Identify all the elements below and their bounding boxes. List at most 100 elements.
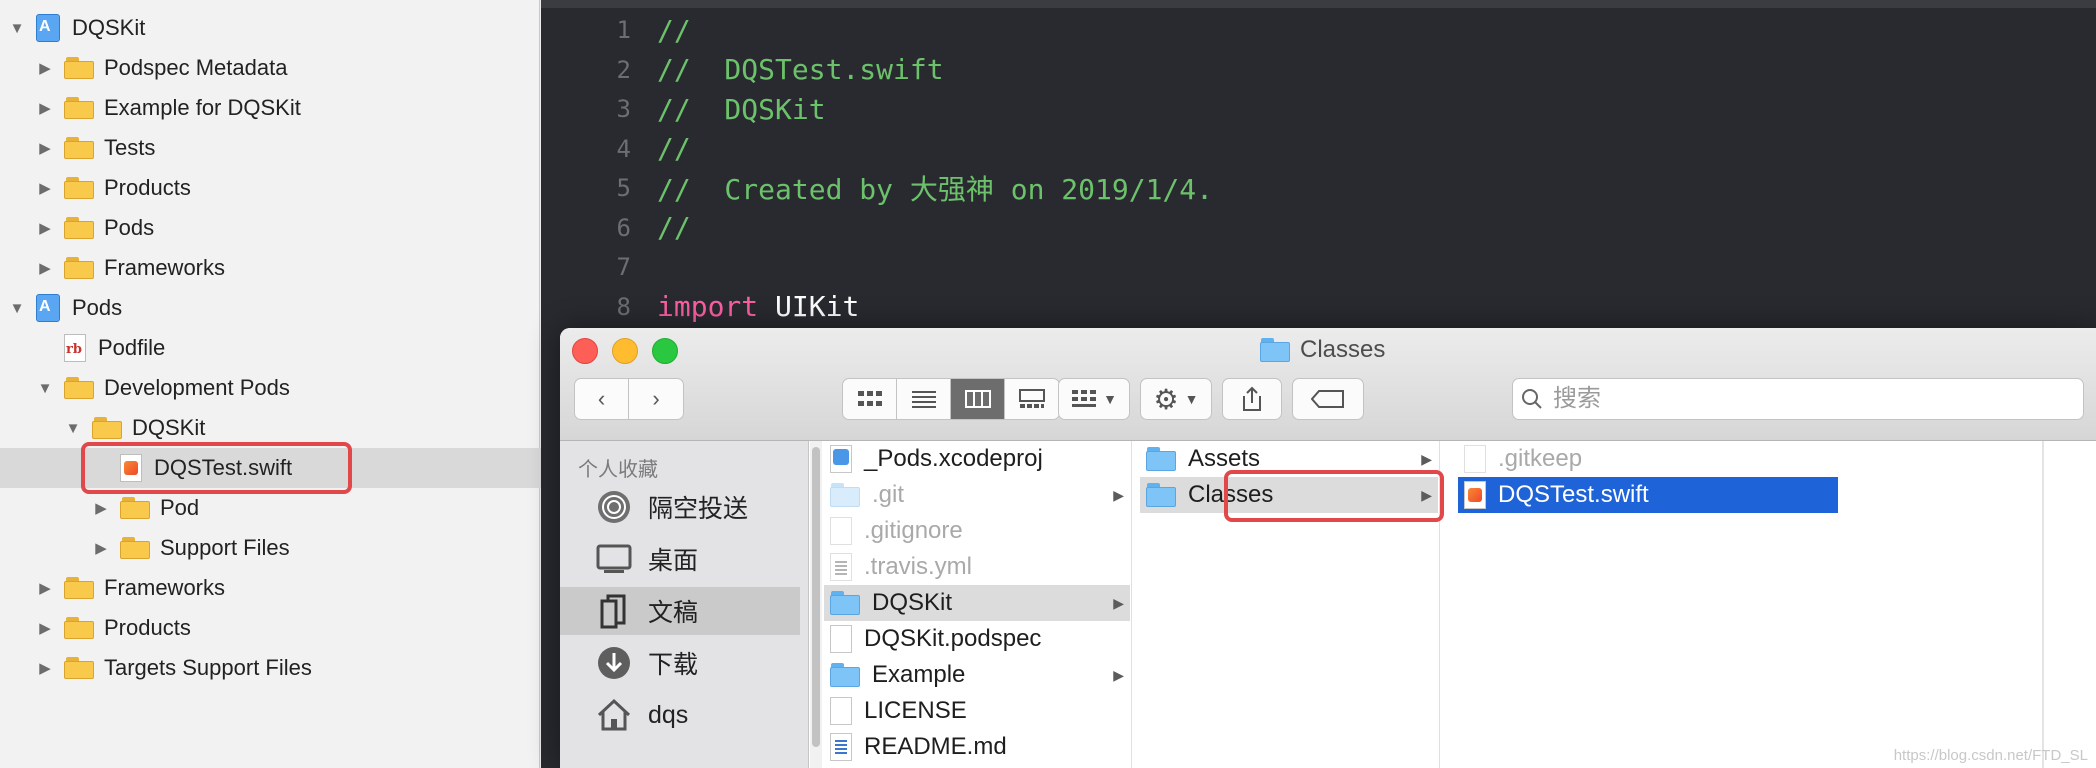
gallery-view-button[interactable] [1005,379,1059,419]
line-number: 8 [616,292,631,321]
disclosure-closed-icon[interactable]: ▶ [36,59,54,77]
code-text: import UIKit [657,290,859,323]
file-list-item[interactable]: .git ▶ [824,477,1130,513]
disclosure-closed-icon[interactable]: ▶ [92,539,110,557]
sidebar-item-1[interactable]: 桌面 [560,535,800,583]
navigator-row[interactable]: ▶ Products [0,608,576,648]
navigator-row[interactable]: ▶ Example for DQSKit [0,88,576,128]
share-button[interactable] [1222,378,1282,420]
highlight-box-navigator [81,442,352,494]
navigator-row-label: Development Pods [104,375,290,400]
disclosure-closed-icon[interactable]: ▶ [36,619,54,637]
folder-icon [64,97,94,119]
disclosure-closed-icon[interactable]: ▶ [36,99,54,117]
folder-icon [64,657,94,679]
navigator-row-label: Pod [160,495,200,520]
file-list-item[interactable]: DQSKit ▶ [824,585,1130,621]
file-list-item[interactable]: DQSTest.swift [1458,477,1838,513]
line-number: 6 [616,213,631,242]
sidebar-item-4[interactable]: dqs [560,691,800,739]
navigator-row[interactable]: ▶ Products [0,168,576,208]
disclosure-closed-icon[interactable]: ▶ [36,659,54,677]
desktop-icon [594,539,634,579]
disclosure-closed-icon[interactable]: ▶ [92,499,110,517]
navigator-row-label: Targets Support Files [104,655,312,680]
navigator-row-label: DQSKit [72,15,146,40]
navigator-row[interactable]: ▼ A DQSKit [0,8,548,48]
code-line: 6 // [541,208,691,248]
file-list-item[interactable]: .gitignore [824,513,1130,549]
navigator-row[interactable]: ▶ Tests [0,128,576,168]
file-list-item[interactable]: Example ▶ [824,657,1130,693]
code-text: // DQSTest.swift [657,53,944,86]
line-number: 7 [616,253,631,281]
disclosure-closed-icon[interactable]: ▶ [36,139,54,157]
disclosure-open-icon[interactable]: ▼ [8,20,26,37]
search-input[interactable] [1551,384,2035,414]
sidebar-item-2[interactable]: 文稿 [560,587,800,635]
file-list-item[interactable]: .gitkeep [1458,441,1838,477]
navigator-row[interactable]: ▼ A Pods [0,288,548,328]
file-list-item[interactable]: DQSKit.podspec [824,621,1130,657]
navigator-row[interactable]: ▶ Targets Support Files [0,648,576,688]
folder-icon [830,483,860,507]
disclosure-arrow-icon: ▶ [1113,666,1124,683]
icon-view-button[interactable] [843,379,897,419]
chevron-down-icon: ▼ [1103,391,1117,407]
disclosure-closed-icon[interactable]: ▶ [36,259,54,277]
navigator-row[interactable]: ▶ Support Files [0,528,632,568]
minimize-window-button[interactable] [612,338,638,364]
list-view-button[interactable] [897,379,951,419]
group-by-button[interactable]: ▼ [1058,378,1130,420]
action-menu-button[interactable]: ⚙ ▼ [1140,378,1212,420]
sidebar-scrollbar[interactable] [810,441,822,768]
project-icon: A [36,294,60,322]
sidebar-item-0[interactable]: 隔空投送 [560,483,800,531]
disclosure-open-icon[interactable]: ▼ [8,300,26,317]
navigator-row[interactable]: ▶ Podspec Metadata [0,48,576,88]
highlight-box-finder [1224,470,1444,522]
disclosure-open-icon[interactable]: ▼ [64,420,82,437]
code-text: // DQSKit [657,92,826,126]
folder-icon [64,177,94,199]
line-number: 1 [616,16,631,44]
navigator-row[interactable]: rb Podfile [0,328,576,368]
editor-top-bar [541,0,2096,8]
code-text: // [657,211,691,244]
close-window-button[interactable] [572,338,598,364]
navigator-row[interactable]: ▶ Frameworks [0,248,576,288]
forward-button[interactable]: › [629,379,683,419]
navigator-row-label: Frameworks [104,255,226,280]
documents-icon [594,591,634,631]
disclosure-closed-icon[interactable]: ▶ [36,579,54,597]
file-list-item[interactable]: .travis.yml [824,549,1130,585]
airdrop-icon [594,487,634,527]
zoom-window-button[interactable] [652,338,678,364]
sidebar-item-3[interactable]: 下载 [560,639,800,687]
navigator-row[interactable]: ▶ Frameworks [0,568,576,608]
back-button[interactable]: ‹ [575,379,629,419]
column-view-button[interactable] [951,379,1005,419]
navigator-row[interactable]: ▶ Pods [0,208,576,248]
file-list-item[interactable]: _Pods.xcodeproj [824,441,1130,477]
finder-toolbar: Classes ‹ › ▼ ⚙ ▼ [560,328,2096,441]
disclosure-closed-icon[interactable]: ▶ [36,179,54,197]
code-line: 2 // DQSTest.swift [541,50,944,90]
code-keyword: import [657,290,759,323]
project-icon: A [36,14,60,42]
navigator-row[interactable]: ▼ Development Pods [0,368,576,408]
folder-icon [120,497,150,519]
code-text: // Created by 大强神 on 2019/1/4. [657,173,1214,206]
folder-icon [1260,338,1290,362]
file-name: DQSKit [872,589,953,616]
file-list-item[interactable]: LICENSE [824,693,1130,729]
navigator-row[interactable]: ▶ Pod [0,488,632,528]
scrollbar-thumb[interactable] [812,447,820,747]
search-field[interactable] [1512,378,2084,420]
search-icon [1522,389,1542,409]
disclosure-closed-icon[interactable]: ▶ [36,219,54,237]
tags-button[interactable] [1292,378,1364,420]
file-list-item[interactable]: README.md [824,729,1130,765]
disclosure-open-icon[interactable]: ▼ [36,380,54,397]
navigator-row-label: Example for DQSKit [104,95,301,120]
